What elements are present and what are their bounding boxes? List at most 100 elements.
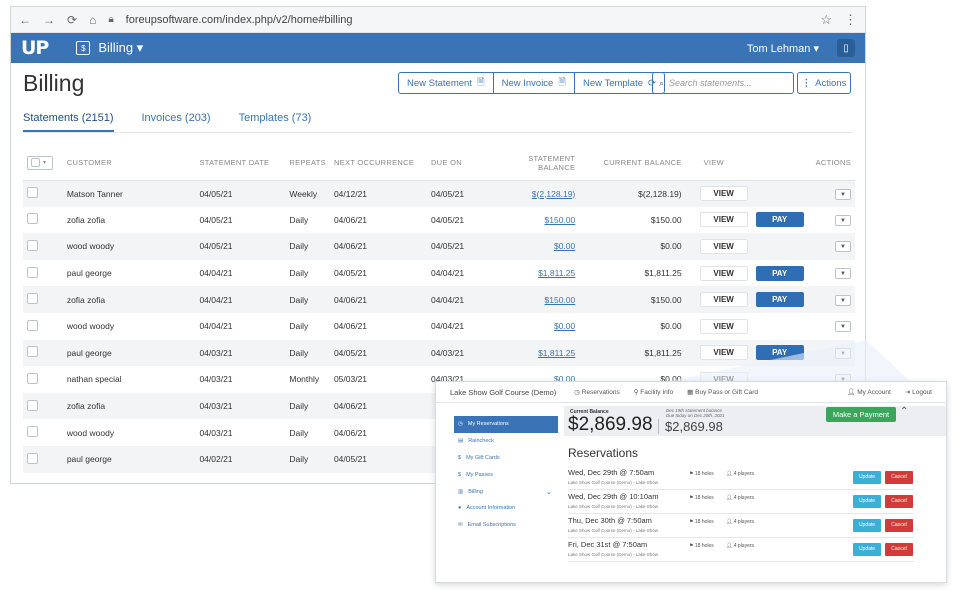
terminal-device-icon[interactable]: ▯ — [837, 39, 855, 57]
cell-statement-balance[interactable]: $0.00 — [486, 313, 579, 340]
new-statement-button[interactable]: New Statement 🗎︎ — [398, 72, 494, 94]
portal-sidebar-passes[interactable]: $ My Passes — [454, 466, 558, 483]
cell-customer[interactable]: paul george — [62, 445, 196, 473]
forward-icon[interactable]: → — [43, 13, 55, 27]
row-checkbox[interactable] — [27, 426, 38, 438]
portal-nav-facility-info[interactable]: ⚲ Facility Info — [634, 388, 673, 396]
view-button[interactable]: VIEW — [699, 318, 748, 334]
portal-nav-buy-pass[interactable]: ▦ Buy Pass or Gift Card — [687, 388, 758, 396]
select-all-dropdown[interactable]: ▾ — [27, 155, 53, 170]
search-input[interactable]: ⌕ Search statements... — [652, 72, 794, 94]
cell-customer[interactable]: zofia zofia — [62, 286, 196, 313]
portal-my-account[interactable]: 👤︎ My Account — [847, 388, 891, 396]
foreup-logo[interactable]: UP — [21, 37, 49, 59]
user-menu[interactable]: Tom Lehman ▾ — [747, 42, 819, 55]
select-all-checkbox[interactable] — [31, 158, 40, 168]
cell-statement-balance[interactable]: $0.00 — [486, 233, 580, 260]
column-header-due-on[interactable]: Due On — [426, 146, 487, 181]
cell-statement-balance[interactable]: $150.00 — [486, 286, 580, 313]
column-header-statement-date[interactable]: Statement Date — [195, 146, 286, 181]
portal-sidebar-gift-cards[interactable]: $ My Gift Cards — [454, 450, 558, 467]
tab-invoices[interactable]: Invoices (203) — [142, 107, 211, 132]
bookmark-star-icon[interactable]: ☆ — [820, 12, 832, 28]
portal-sidebar-billing[interactable]: ▥ Billing ⌄ — [454, 483, 558, 500]
chevron-up-icon[interactable]: ⌃ — [900, 406, 908, 417]
update-reservation-button[interactable]: Update — [853, 471, 881, 484]
module-switcher[interactable]: Billing ▾ — [98, 40, 143, 56]
back-icon[interactable]: ← — [19, 13, 31, 27]
tab-templates[interactable]: Templates (73) — [239, 107, 312, 132]
view-button[interactable]: VIEW — [699, 345, 748, 361]
new-invoice-button[interactable]: New Invoice 🗎︎ — [492, 72, 575, 94]
row-checkbox[interactable] — [27, 399, 38, 411]
make-payment-button[interactable]: Make a Payment — [826, 407, 896, 422]
portal-sidebar-email-subscriptions[interactable]: ✉︎ Email Subscriptions — [454, 517, 558, 534]
row-checkbox[interactable] — [27, 239, 38, 251]
column-header-repeats[interactable]: Repeats — [285, 146, 330, 181]
row-actions-dropdown[interactable]: ▼ — [835, 268, 851, 280]
portal-sidebar-account-info[interactable]: ● Account Information — [454, 500, 558, 517]
view-button[interactable]: VIEW — [699, 212, 748, 228]
cell-customer[interactable]: wood woody — [63, 313, 196, 340]
reload-icon[interactable]: ⟳ — [67, 13, 77, 27]
row-actions-dropdown[interactable]: ▼ — [835, 214, 851, 226]
cell-customer[interactable]: wood woody — [63, 419, 196, 446]
pay-button[interactable]: PAY — [755, 265, 804, 281]
cell-customer[interactable]: zofia zofia — [63, 207, 196, 234]
cell-statement-balance[interactable]: $1,811.25 — [486, 339, 580, 367]
cell-customer[interactable]: paul george — [62, 339, 196, 367]
view-button[interactable]: VIEW — [699, 292, 748, 308]
row-actions-dropdown[interactable]: ▼ — [835, 241, 851, 253]
portal-sidebar-my-reservations[interactable]: ◷ My Reservations — [454, 416, 558, 433]
pay-button[interactable]: PAY — [755, 292, 804, 308]
row-checkbox[interactable] — [27, 452, 38, 464]
cancel-reservation-button[interactable]: Cancel — [885, 519, 913, 532]
view-button[interactable]: VIEW — [699, 186, 748, 202]
row-checkbox[interactable] — [27, 372, 38, 384]
table-row[interactable]: zofia zofia 04/04/21 Daily 04/06/21 04/04/21… — [23, 286, 855, 313]
row-actions-dropdown[interactable]: ▼ — [835, 188, 851, 200]
table-row[interactable]: paul george 04/04/21 Daily 04/05/21 04/04/21… — [23, 260, 855, 287]
update-reservation-button[interactable]: Update — [853, 495, 881, 508]
cell-customer[interactable]: paul george — [63, 260, 196, 287]
address-bar[interactable]: foreupsoftware.com/index.php/v2/home#bil… — [126, 14, 809, 26]
cell-customer[interactable]: zofia zofia — [62, 392, 196, 420]
row-actions-dropdown[interactable]: ▼ — [835, 294, 851, 306]
row-checkbox[interactable] — [27, 266, 38, 278]
actions-button[interactable]: ⋮ Actions — [797, 72, 851, 94]
portal-course-name[interactable]: Lake Show Golf Course (Demo) — [450, 388, 556, 397]
table-row[interactable]: wood woody 04/04/21 Daily 04/06/21 04/04/21 $… — [23, 313, 855, 340]
cell-statement-balance[interactable]: $150.00 — [486, 207, 579, 234]
table-row[interactable]: Matson Tanner 04/05/21 Weekly 04/12/21 04/05… — [23, 180, 855, 207]
table-row[interactable]: paul george 04/03/21 Daily 04/05/21 04/03/21… — [23, 339, 855, 367]
cell-customer[interactable]: Matson Tanner — [62, 180, 196, 207]
row-actions-dropdown[interactable]: ▼ — [835, 321, 851, 333]
home-icon[interactable]: ⌂ — [89, 13, 96, 27]
row-checkbox[interactable] — [27, 319, 38, 331]
row-actions-dropdown[interactable]: ▼ — [835, 347, 851, 359]
cancel-reservation-button[interactable]: Cancel — [885, 543, 913, 556]
update-reservation-button[interactable]: Update — [853, 519, 881, 532]
pay-button[interactable]: PAY — [755, 212, 804, 228]
cell-customer[interactable]: wood woody — [62, 233, 196, 260]
column-header-statement-balance[interactable]: Statement Balance — [486, 146, 580, 181]
row-checkbox[interactable] — [27, 213, 38, 225]
view-button[interactable]: VIEW — [699, 265, 748, 281]
portal-logout[interactable]: ⇥ Logout — [905, 388, 932, 396]
portal-nav-reservations[interactable]: ◷ Reservations — [574, 388, 619, 396]
chevron-down-icon[interactable]: ⌄ — [546, 488, 552, 496]
cancel-reservation-button[interactable]: Cancel — [885, 495, 913, 508]
portal-sidebar-raincheck[interactable]: ▤ Raincheck — [454, 433, 558, 450]
column-header-current-balance[interactable]: Current Balance — [579, 146, 686, 181]
column-header-next-occurrence[interactable]: Next Occurrence — [329, 146, 427, 181]
view-button[interactable]: VIEW — [699, 238, 748, 254]
browser-menu-icon[interactable]: ⋮ — [844, 12, 857, 28]
cell-statement-balance[interactable]: $1,811.25 — [486, 260, 579, 287]
tab-statements[interactable]: Statements (2151) — [23, 107, 114, 132]
row-checkbox[interactable] — [27, 293, 38, 305]
row-checkbox[interactable] — [27, 187, 38, 199]
cancel-reservation-button[interactable]: Cancel — [885, 471, 913, 484]
column-header-customer[interactable]: Customer — [62, 146, 196, 181]
cell-statement-balance[interactable]: $(2,128.19) — [486, 180, 580, 207]
table-row[interactable]: wood woody 04/05/21 Daily 04/06/21 04/05/21 $… — [23, 233, 855, 260]
